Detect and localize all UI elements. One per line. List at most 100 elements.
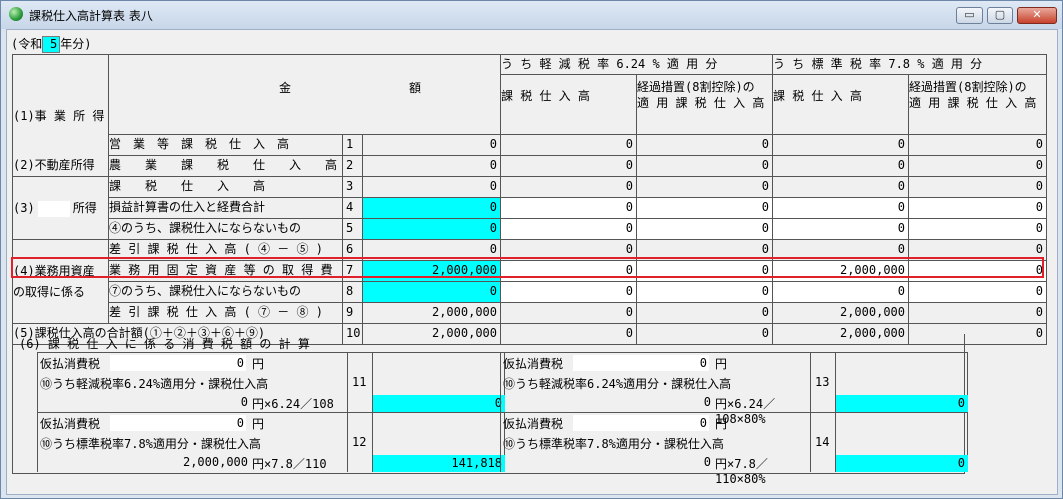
close-button[interactable]: ✕ (1017, 7, 1057, 24)
calc-label: ⑩うち軽減税率6.24%適用分・課税仕入高 (503, 377, 732, 391)
row-number: 4 (343, 198, 363, 219)
calc-base-value: 0 (703, 395, 711, 409)
reduced-kazei-header: 課 税 仕 入 高 (501, 75, 637, 135)
reduced-kazei-field[interactable]: 0 (501, 282, 637, 303)
title-bar: 課税仕入高計算表 表八 ▭ ▢ ✕ (1, 1, 1062, 29)
standard-keika-field: 0 (909, 240, 1047, 261)
standard-kazei-field[interactable]: 0 (773, 198, 909, 219)
calc-number: 13 (810, 352, 835, 412)
reduced-kazei-field: 0 (501, 303, 637, 324)
calc-result: 141,818 (373, 455, 505, 472)
minimize-button[interactable]: ▭ (956, 7, 983, 24)
row-number: 6 (343, 240, 363, 261)
standard-keika-field: 0 (909, 303, 1047, 324)
tax-calc-section: (6) 課 税 仕 入 に 係 る 消 費 税 額 の 計 算 仮払消費税 0 … (12, 334, 968, 486)
reduced-kazei-field: 0 (501, 156, 637, 177)
reduced-keika-field: 0 (637, 177, 773, 198)
year-input[interactable]: 5 (42, 36, 61, 53)
standard-group-header: う ち 標 準 税 率 7.8 % 適 用 分 (773, 55, 1047, 75)
reduced-kazei-field: 0 (501, 177, 637, 198)
row-label: 営 業 等 課 税 仕 入 高 (109, 135, 343, 156)
calc-box-b13: 仮払消費税 0 円 ⑩うち軽減税率6.24%適用分・課税仕入高 0 円×6.24… (500, 352, 810, 426)
calc-formula: 円×7.8／110 (252, 457, 327, 471)
reduced-keika-header: 経過措置(8割控除)の適 用 課 税 仕 入 高 (637, 75, 773, 135)
reduced-kazei-field[interactable]: 0 (501, 219, 637, 240)
standard-kazei-field[interactable]: 2,000,000 (773, 261, 909, 282)
yen-unit: 円 (252, 417, 265, 431)
amount-field[interactable]: 0 (363, 219, 501, 240)
yen-unit: 円 (715, 417, 728, 431)
calc-result-cell: 0 (835, 412, 968, 472)
restore-button[interactable]: ▢ (987, 7, 1013, 24)
karibarai-label: 仮払消費税 (40, 357, 101, 371)
standard-kazei-header: 課 税 仕 入 高 (773, 75, 909, 135)
amount-field[interactable]: 0 (363, 282, 501, 303)
row-number: 7 (343, 261, 363, 282)
kin-label: 金 (279, 81, 292, 95)
standard-kazei-field: 0 (773, 240, 909, 261)
karibarai-label: 仮払消費税 (503, 357, 564, 371)
reduced-keika-field: 0 (637, 240, 773, 261)
karibarai-label: 仮払消費税 (503, 417, 564, 431)
calc-number: 14 (810, 412, 835, 472)
calc-result-cell: 0 (835, 352, 968, 412)
row-number: 2 (343, 156, 363, 177)
keika-line2: 適 用 課 税 仕 入 高 (637, 96, 765, 110)
amount-field: 2,000,000 (363, 303, 501, 324)
calc-box-b12: 仮払消費税 0 円 ⑩うち標準税率7.8%適用分・課税仕入高 2,000,000… (37, 412, 347, 472)
standard-keika-field: 0 (909, 135, 1047, 156)
standard-keika-field[interactable]: 0 (909, 282, 1047, 303)
amount-field[interactable]: 0 (363, 198, 501, 219)
karibarai-input[interactable]: 0 (573, 415, 709, 431)
amount-field: 0 (363, 177, 501, 198)
calc-box-b14: 仮払消費税 0 円 ⑩うち標準税率7.8%適用分・課税仕入高 0 円×7.8／1… (500, 412, 810, 486)
keika-line1: 経過措置(8割控除)の (909, 80, 1027, 94)
reduced-keika-field[interactable]: 0 (637, 219, 773, 240)
karibarai-input[interactable]: 0 (110, 355, 246, 371)
calc-result-cell: 0 (372, 352, 505, 412)
era-prefix: (令和 (11, 37, 43, 51)
calc-result: 0 (836, 395, 968, 412)
row-label: 農 業 課 税 仕 入 高 (109, 156, 343, 177)
section-4-label: (4)業務用資産 の取得に係る (13, 240, 109, 324)
amount-field[interactable]: 2,000,000 (363, 261, 501, 282)
standard-keika-field[interactable]: 0 (909, 198, 1047, 219)
standard-keika-field[interactable]: 0 (909, 219, 1047, 240)
app-icon (9, 7, 23, 21)
reduced-kazei-field: 0 (501, 240, 637, 261)
reduced-group-header: う ち 軽 減 税 率 6.24 % 適 用 分 (501, 55, 773, 75)
row-number: 1 (343, 135, 363, 156)
section-2-label: (2)不動産所得 (13, 156, 109, 177)
calc-result-cell: 141,818 (372, 412, 505, 472)
row-number: 5 (343, 219, 363, 240)
amount-header: 金額 (109, 55, 501, 135)
row-label: 損益計算書の仕入と経費合計 (109, 198, 343, 219)
calc-base-value: 0 (240, 395, 248, 409)
calc-label: ⑩うち標準税率7.8%適用分・課税仕入高 (40, 437, 261, 451)
reduced-keika-field[interactable]: 0 (637, 261, 773, 282)
standard-keika-header: 経過措置(8割控除)の適 用 課 税 仕 入 高 (909, 75, 1047, 135)
calc-result: 0 (373, 395, 505, 412)
section-4-line2: の取得に係る (13, 285, 86, 299)
standard-kazei-field[interactable]: 0 (773, 219, 909, 240)
section-3-label: (3) 所得 (13, 177, 109, 240)
reduced-kazei-field[interactable]: 0 (501, 198, 637, 219)
yen-unit: 円 (252, 357, 265, 371)
section-3-name-input[interactable] (37, 200, 70, 217)
standard-kazei-field: 0 (773, 177, 909, 198)
standard-keika-field[interactable]: 0 (909, 261, 1047, 282)
reduced-kazei-field[interactable]: 0 (501, 261, 637, 282)
standard-keika-field: 0 (909, 156, 1047, 177)
karibarai-input[interactable]: 0 (573, 355, 709, 371)
row-label: 差 引 課 税 仕 入 高 ( ④ － ⑤ ) (109, 240, 343, 261)
row-label: 業 務 用 固 定 資 産 等 の 取 得 費 (109, 261, 343, 282)
reduced-keika-field: 0 (637, 156, 773, 177)
standard-kazei-field: 0 (773, 135, 909, 156)
standard-kazei-field[interactable]: 0 (773, 282, 909, 303)
calc-base-value: 0 (703, 455, 711, 469)
reduced-keika-field[interactable]: 0 (637, 282, 773, 303)
reduced-keika-field[interactable]: 0 (637, 198, 773, 219)
form-area: (令和 5 年分) (1)事 業 所 得金額う ち 軽 減 税 率 6.24 % 適… (6, 29, 1058, 495)
karibarai-input[interactable]: 0 (110, 415, 246, 431)
keika-line2: 適 用 課 税 仕 入 高 (909, 96, 1037, 110)
